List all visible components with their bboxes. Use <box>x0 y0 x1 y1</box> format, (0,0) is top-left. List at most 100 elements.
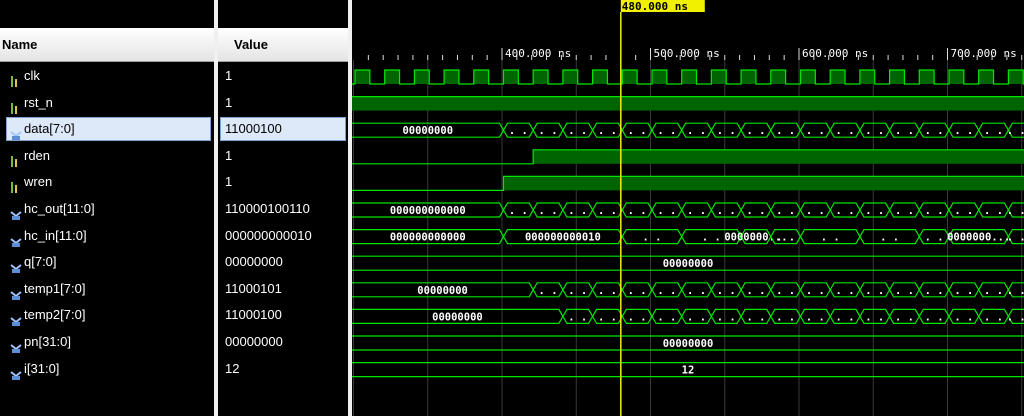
bus-signal-icon <box>10 284 22 300</box>
signal-name: temp2[7:0] <box>24 307 86 323</box>
signal-high-fill <box>533 149 1024 164</box>
bus-value-label: 000000000010 <box>525 232 601 244</box>
bus-value-label: . . <box>954 205 973 217</box>
bus-signal-icon <box>10 364 22 380</box>
signal-value-text: 1 <box>225 147 233 163</box>
bus-value-label: . . <box>954 311 973 323</box>
bus-signal-icon <box>10 310 22 327</box>
signal-row[interactable]: i[31:0] <box>0 356 214 382</box>
signal-value-text: 11000101 <box>225 280 282 296</box>
bus-value-label: . . <box>984 125 1003 137</box>
signal-row[interactable]: rden <box>0 143 214 169</box>
bus-value-label: . . <box>568 205 587 217</box>
bus-value-label: . . <box>702 232 721 244</box>
bus-value-label: . . <box>628 125 647 137</box>
signal-value: 110000100110 <box>218 196 348 222</box>
bus-value-label: . . <box>1007 232 1024 244</box>
signal-value: 11000100 <box>218 302 348 328</box>
bit-signal-icon <box>10 177 20 194</box>
ruler-label: 500.000 ns <box>654 47 720 60</box>
bus-value-label: . . <box>509 125 528 137</box>
bus-value-label: 0000000... <box>947 232 1010 244</box>
signal-value-text: 1 <box>225 174 233 190</box>
bus-value-label: . . <box>687 205 706 217</box>
signal-row[interactable]: temp1[7:0] <box>0 276 214 302</box>
signal-value: 000000000010 <box>218 223 348 249</box>
bus-value-label: . . <box>895 125 914 137</box>
signal-row[interactable]: pn[31:0] <box>0 329 214 355</box>
value-header-label: Value <box>234 37 268 52</box>
signal-high-fill <box>919 70 935 84</box>
bus-value-label: . . <box>806 125 825 137</box>
ruler-label: 400.000 ns <box>505 47 571 60</box>
signal-row[interactable]: clk <box>0 63 214 89</box>
ruler-label: 600.000 ns <box>802 47 868 60</box>
bus-value-label: . . <box>509 205 528 217</box>
bus-value-label: . . <box>836 205 855 217</box>
signal-value-text: 000000000010 <box>225 227 312 243</box>
bus-value-label: . . <box>687 311 706 323</box>
bus-value-label: . . <box>836 285 855 297</box>
bus-value-label: . . <box>746 311 765 323</box>
bus-value-label: . . <box>687 125 706 137</box>
bus-value-label: . . <box>746 205 765 217</box>
bus-value-label: . . <box>657 125 676 137</box>
bus-value-label: . . <box>925 311 944 323</box>
signal-name: pn[31:0] <box>24 334 71 349</box>
bus-value-label: . . <box>657 311 676 323</box>
signal-value: 1 <box>218 90 348 116</box>
signal-value: 1 <box>218 63 348 89</box>
signal-high-fill <box>622 70 638 84</box>
bus-value-label: . . <box>925 232 944 244</box>
signal-row[interactable]: q[7:0] <box>0 249 214 275</box>
bus-value-label: . . <box>895 205 914 217</box>
bus-value-label: . . <box>717 285 736 297</box>
bus-value-label: . . <box>836 125 855 137</box>
bus-value-label: . . <box>776 205 795 217</box>
signal-name: hc_out[11:0] <box>24 201 95 216</box>
value-column-header[interactable]: Value <box>218 28 348 62</box>
signal-row[interactable]: data[7:0] <box>0 116 214 142</box>
bus-value-label: . . <box>895 311 914 323</box>
bus-value-label: . . <box>776 311 795 323</box>
bus-signal-icon <box>10 231 22 247</box>
bus-value-label: . . <box>836 311 855 323</box>
signal-row[interactable]: wren <box>0 169 214 195</box>
bus-value-label: . . <box>984 311 1003 323</box>
signal-high-fill <box>711 70 727 84</box>
bus-value-label: . . <box>539 285 558 297</box>
signal-high-fill <box>352 96 1024 111</box>
bus-value-label: . . <box>954 285 973 297</box>
bus-signal-icon <box>10 337 22 353</box>
signal-name: data[7:0] <box>24 121 75 137</box>
bus-value-label: . . <box>643 232 662 244</box>
bus-value-label: . . <box>806 285 825 297</box>
signal-name: wren <box>24 174 53 190</box>
name-column-header[interactable]: Name <box>0 28 214 62</box>
waveform-panel[interactable]: 400.000 ns 500.000 ns 600.000 ns 700.000 ns… <box>352 0 1024 416</box>
waveform-canvas[interactable]: 400.000 ns 500.000 ns 600.000 ns 700.000 ns… <box>352 0 1024 416</box>
bus-value-label: . . <box>539 205 558 217</box>
signal-value-panel: Value 1 1 11000100 1 1 110000100110 0000000000… <box>218 0 348 416</box>
signal-high-fill <box>770 70 786 84</box>
signal-high-fill <box>503 176 1024 191</box>
bus-value-label: . . <box>865 125 884 137</box>
bus-value-label: . . <box>657 285 676 297</box>
signal-name: q[7:0] <box>24 254 57 270</box>
signal-value-text: 110000100110 <box>225 201 310 216</box>
signal-row[interactable]: hc_out[11:0] <box>0 196 214 222</box>
signal-value: 12 <box>218 356 348 382</box>
bus-value-label: . . <box>954 125 973 137</box>
bus-value-label: . . <box>717 311 736 323</box>
bus-value-label: . . <box>568 125 587 137</box>
signal-row[interactable]: temp2[7:0] <box>0 302 214 328</box>
bit-signal-icon <box>10 151 20 167</box>
signal-row[interactable]: hc_in[11:0] <box>0 223 214 249</box>
signal-row[interactable]: rst_n <box>0 90 214 116</box>
bus-value-label: . . <box>628 205 647 217</box>
signal-high-fill <box>651 70 667 84</box>
bus-value-label: . . <box>865 205 884 217</box>
bus-value-label: 000000000000 <box>390 205 466 217</box>
bus-value-label: . . <box>1007 311 1024 323</box>
bus-value-label: . . <box>865 311 884 323</box>
